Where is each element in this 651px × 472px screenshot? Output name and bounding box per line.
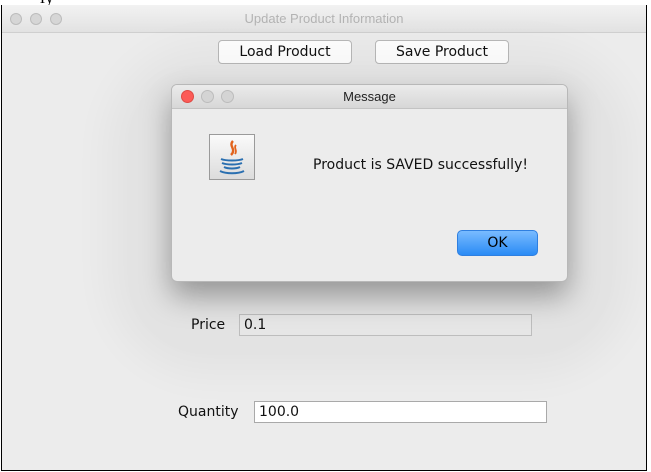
main-window: Update Product Information Load Product … [1,5,647,471]
window-titlebar: Update Product Information [2,5,646,33]
load-product-button[interactable]: Load Product [218,40,352,64]
window-title: Update Product Information [244,11,404,26]
price-label: Price [191,317,226,333]
dialog-message: Product is SAVED successfully! [313,157,528,173]
price-field[interactable]: 0.1 [239,314,532,336]
save-product-button[interactable]: Save Product [375,40,509,64]
dialog-title: Message [343,89,396,104]
java-icon [209,134,255,180]
ok-button[interactable]: OK [457,230,538,256]
quantity-field[interactable]: 100.0 [254,401,547,423]
quantity-label: Quantity [178,404,239,420]
dialog-titlebar: Message [172,85,567,109]
message-dialog: Message Product is SAVED successfully! O… [171,84,568,282]
